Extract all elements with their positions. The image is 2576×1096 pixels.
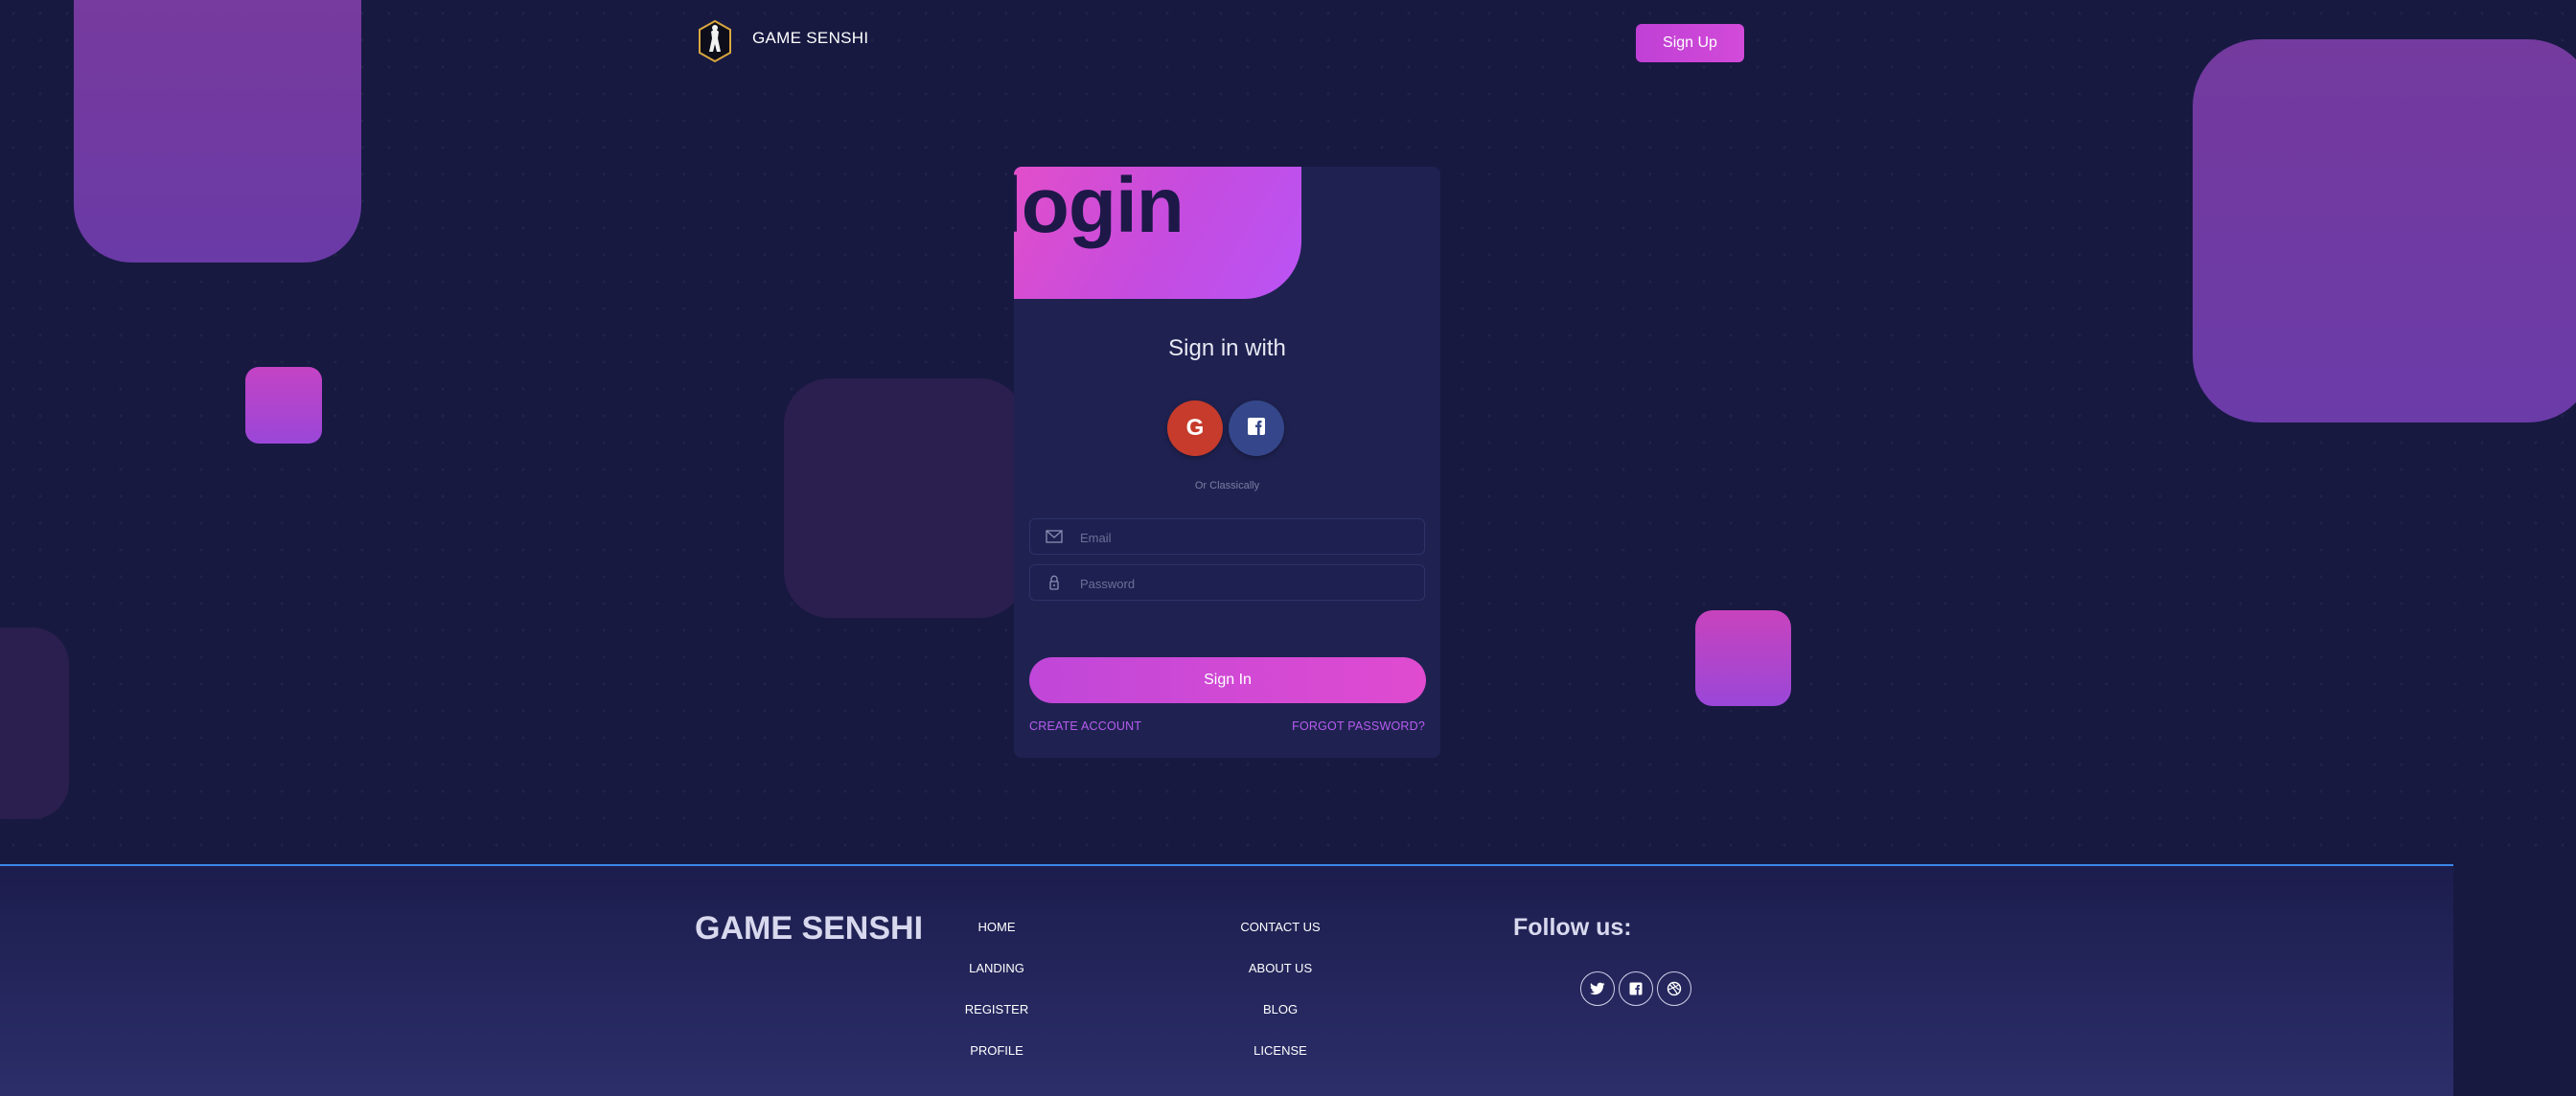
facebook-icon [1247,417,1266,440]
footer-brand: GAME SENSHI [695,910,924,947]
envelope-icon [1046,529,1063,544]
or-classically-text: Or Classically [1194,480,1260,491]
google-login-button[interactable]: G [1167,400,1223,456]
email-field [1029,518,1425,556]
dribbble-icon[interactable] [1657,971,1691,1006]
twitter-icon[interactable] [1580,971,1615,1006]
footer-link-contact-us[interactable]: CONTACT US [1184,920,1376,934]
ninja-logo-icon[interactable] [698,19,732,63]
footer-link-register[interactable]: REGISTER [901,1002,1092,1016]
decorative-square [1695,610,1791,706]
footer-link-home[interactable]: HOME [901,920,1092,934]
brand-link[interactable]: GAME SENSHI [752,29,868,48]
footer-link-about-us[interactable]: ABOUT US [1184,961,1376,975]
decorative-square [0,628,69,819]
footer-link-license[interactable]: LICENSE [1184,1043,1376,1058]
signin-button[interactable]: Sign In [1029,657,1426,703]
decorative-square [784,378,1025,618]
lock-icon [1046,575,1063,590]
decorative-square [74,0,361,263]
signup-button[interactable]: Sign Up [1636,24,1744,62]
footer-divider [0,864,2453,866]
email-input[interactable] [1078,519,1408,556]
decorative-square [245,367,322,444]
footer-link-landing[interactable]: LANDING [901,961,1092,975]
signin-with-label: Sign in with [1168,335,1286,361]
password-field [1029,564,1425,602]
footer-link-blog[interactable]: BLOG [1184,1002,1376,1016]
password-input[interactable] [1078,565,1408,602]
login-card: login Sign in with G Or Classically Emai… [1014,167,1440,758]
google-icon: G [1185,415,1205,441]
footer-link-profile[interactable]: PROFILE [901,1043,1092,1058]
facebook-icon[interactable] [1619,971,1653,1006]
follow-us-title: Follow us: [1513,914,1632,941]
footer [0,866,2453,1096]
decorative-square [2193,39,2576,422]
facebook-login-button[interactable] [1229,400,1284,456]
forgot-password-link[interactable]: FORGOT PASSWORD? [1292,719,1425,733]
create-account-link[interactable]: CREATE ACCOUNT [1029,719,1141,733]
card-header: login [1014,167,1301,299]
card-title: login [1014,167,1184,249]
